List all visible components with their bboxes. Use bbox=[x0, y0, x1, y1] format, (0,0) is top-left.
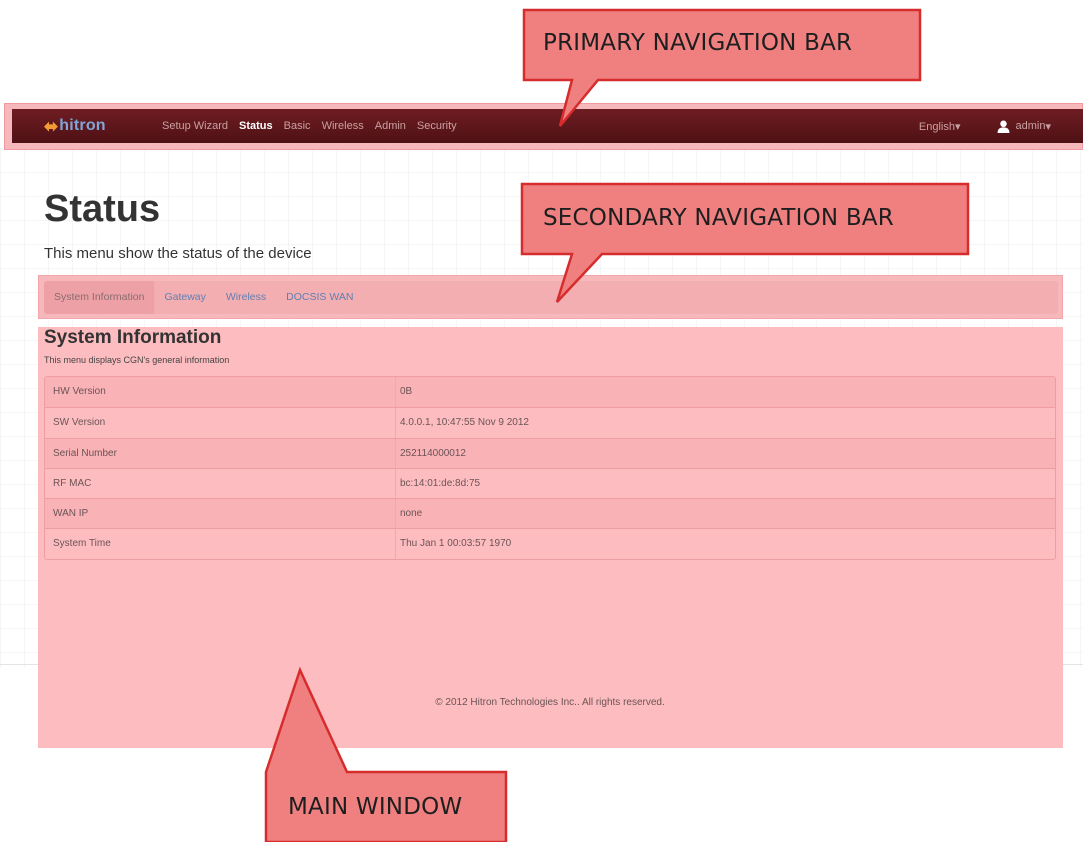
row-key: HW Version bbox=[53, 386, 106, 397]
callout-main-label: MAIN WINDOW bbox=[288, 794, 463, 820]
row-value: none bbox=[395, 499, 1055, 529]
row-value: 4.0.0.1, 10:47:55 Nov 9 2012 bbox=[395, 408, 1055, 438]
tab-system-information[interactable]: System Information bbox=[44, 281, 155, 314]
table-row: WAN IP none bbox=[45, 498, 1055, 529]
tab-gateway[interactable]: Gateway bbox=[154, 281, 215, 314]
hitron-logo-icon: ⬌ bbox=[44, 116, 59, 136]
system-info-table: HW Version 0B SW Version 4.0.0.1, 10:47:… bbox=[44, 376, 1056, 560]
page-title: Status bbox=[44, 188, 161, 230]
table-row: System Time Thu Jan 1 00:03:57 1970 bbox=[45, 528, 1055, 559]
table-row: SW Version 4.0.0.1, 10:47:55 Nov 9 2012 bbox=[45, 407, 1055, 438]
caret-down-icon: ▾ bbox=[954, 120, 961, 133]
nav-wireless[interactable]: Wireless bbox=[322, 120, 364, 132]
row-value: 252114000012 bbox=[395, 438, 1055, 468]
language-label: English bbox=[918, 120, 955, 133]
callout-secondary-label: SECONDARY NAVIGATION BAR bbox=[543, 205, 894, 231]
row-key: SW Version bbox=[53, 417, 106, 429]
row-value: Thu Jan 1 00:03:57 1970 bbox=[395, 529, 1055, 559]
nav-setup-wizard[interactable]: Setup Wizard bbox=[162, 120, 228, 132]
tab-wireless[interactable]: Wireless bbox=[216, 281, 276, 314]
nav-basic[interactable]: Basic bbox=[284, 120, 311, 132]
primary-nav-links: Setup Wizard Status Basic Wireless Admin… bbox=[162, 120, 468, 132]
section-title: System Information bbox=[44, 327, 222, 348]
user-icon bbox=[997, 120, 1009, 133]
user-name: admin bbox=[1015, 120, 1046, 132]
row-key: RF MAC bbox=[53, 477, 92, 489]
brand-logo[interactable]: ⬌ hitron bbox=[44, 117, 156, 135]
nav-right-group: English▾ admin ▾ bbox=[919, 120, 1051, 133]
row-value: bc:14:01:de:8d:75 bbox=[395, 468, 1055, 499]
nav-admin[interactable]: Admin bbox=[375, 120, 406, 132]
nav-status[interactable]: Status bbox=[239, 120, 273, 132]
row-key: System Time bbox=[53, 538, 111, 550]
caret-down-icon: ▾ bbox=[1045, 120, 1051, 133]
brand-name: hitron bbox=[59, 117, 106, 134]
section-description: This menu displays CGN's general informa… bbox=[44, 355, 230, 365]
primary-navigation-bar: ⬌ hitron Setup Wizard Status Basic Wirel… bbox=[12, 109, 1083, 143]
table-row: RF MAC bc:14:01:de:8d:75 bbox=[45, 467, 1055, 499]
table-row: HW Version 0B bbox=[45, 377, 1055, 408]
row-value: 0B bbox=[395, 377, 1055, 408]
callout-primary-label: PRIMARY NAVIGATION BAR bbox=[543, 30, 853, 56]
row-key: WAN IP bbox=[53, 508, 89, 520]
page-subtitle: This menu show the status of the device bbox=[44, 245, 312, 262]
table-row: Serial Number 252114000012 bbox=[45, 437, 1055, 468]
footer-copyright: © 2012 Hitron Technologies Inc.. All rig… bbox=[435, 697, 665, 708]
user-menu[interactable]: admin ▾ bbox=[997, 120, 1051, 133]
nav-security[interactable]: Security bbox=[417, 120, 457, 132]
language-dropdown[interactable]: English▾ bbox=[919, 120, 961, 133]
tab-docsis-wan[interactable]: DOCSIS WAN bbox=[276, 281, 363, 314]
secondary-navigation-bar: System Information Gateway Wireless DOCS… bbox=[44, 281, 1058, 314]
row-key: Serial Number bbox=[53, 447, 117, 459]
